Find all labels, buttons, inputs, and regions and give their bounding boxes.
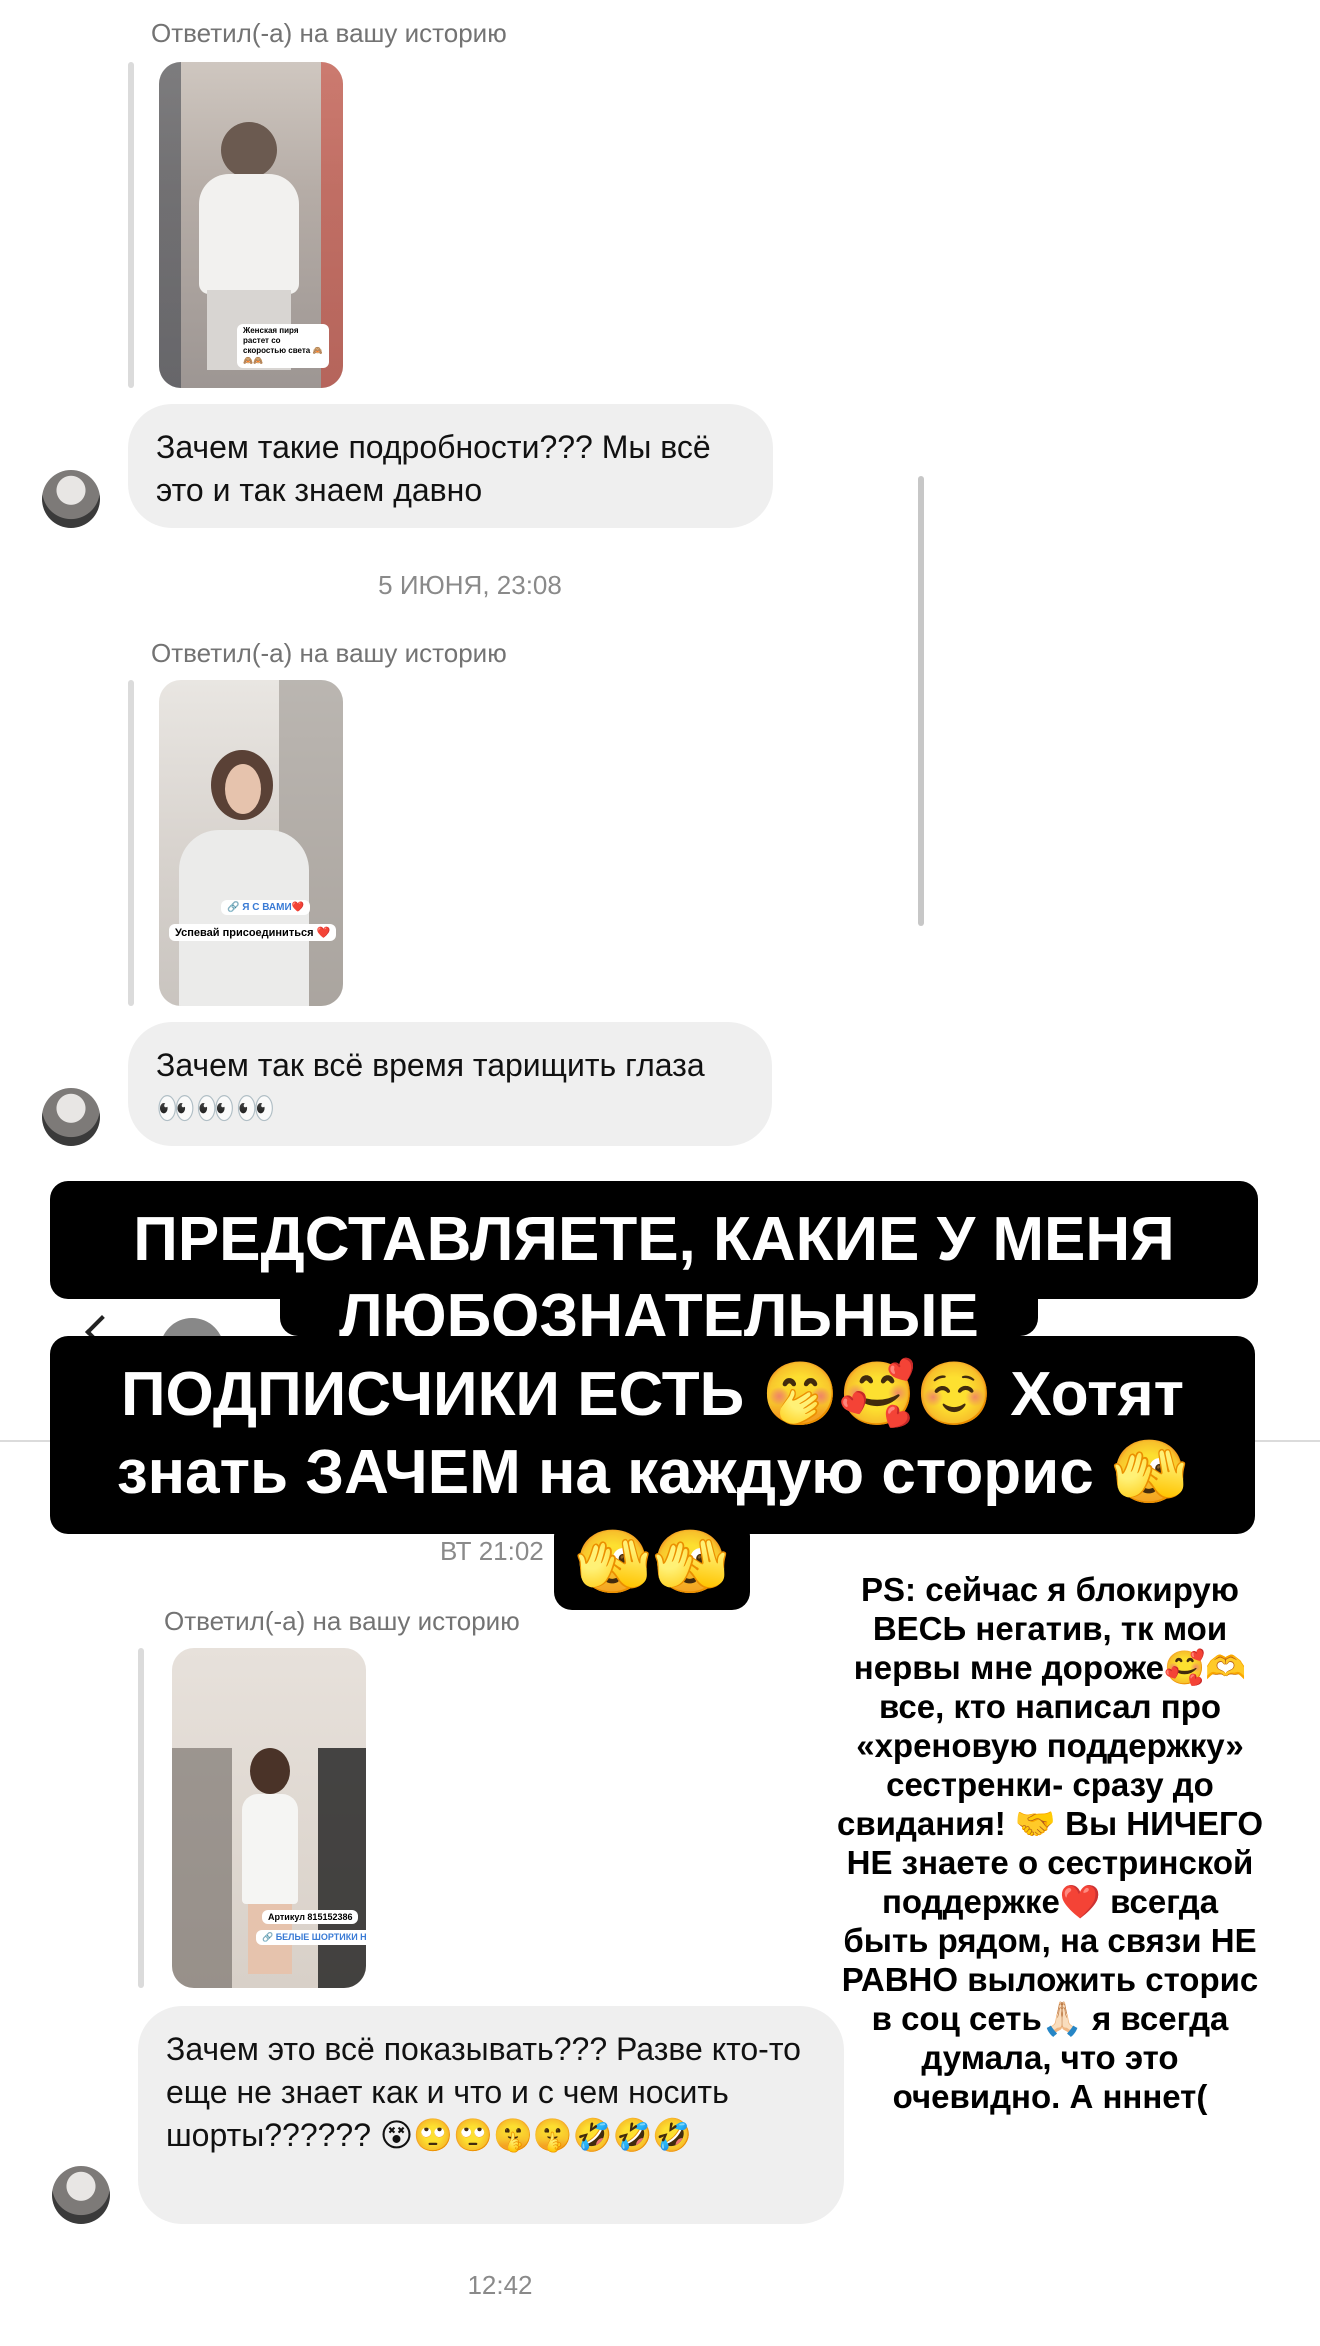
story-thumbnail[interactable]: 🔗 Я С ВАМИ❤️ Успевай присоединиться ❤️: [159, 680, 343, 1006]
replied-to-story-label: Ответил(-а) на вашу историю: [151, 18, 507, 48]
story-link-sticker: 🔗 Я С ВАМИ❤️: [221, 900, 311, 915]
message-text: Зачем такие подробности??? Мы всё это и …: [156, 429, 711, 508]
message-text: Зачем это всё показывать??? Разве кто-то…: [166, 2031, 801, 2153]
replied-to-story-label: Ответил(-а) на вашу историю: [151, 638, 507, 668]
scrollbar-thumb[interactable]: [918, 476, 924, 926]
caption-text: ПРЕДСТАВЛЯЕТЕ, КАКИЕ У МЕНЯ: [133, 1205, 1175, 1274]
message-timestamp: 12:42: [467, 2270, 533, 2300]
message-timestamp: ВТ 21:02: [440, 1536, 544, 1566]
story-link-sticker: 🔗 БЕЛЫЕ ШОРТИКИ НА WB: [256, 1930, 366, 1945]
sender-avatar[interactable]: [52, 2166, 110, 2224]
message-timestamp: 5 ИЮНЯ, 23:08: [378, 570, 562, 600]
reply-quote-bar: [128, 62, 134, 388]
caption-text: знать ЗАЧЕМ на каждую сторис 🫣: [116, 1438, 1189, 1507]
story-caption-line: 🫣🫣: [554, 1518, 750, 1610]
story-caption-line: ЛЮБОЗНАТЕЛЬНЫЕ: [280, 1278, 1038, 1351]
message-bubble[interactable]: Зачем так всё время тарищить глаза 👀👀👀: [128, 1022, 772, 1146]
reply-quote-bar: [138, 1648, 144, 1988]
story-ps-text: PS: сейчас я блокирую ВЕСЬ негатив, тк м…: [837, 1571, 1263, 2115]
message-bubble[interactable]: Зачем это всё показывать??? Разве кто-то…: [138, 2006, 844, 2224]
story-thumbnail[interactable]: Женская пиря растет со скоростью света 🙈…: [159, 62, 343, 388]
sender-avatar[interactable]: [42, 470, 100, 528]
replied-to-story-label: Ответил(-а) на вашу историю: [164, 1606, 520, 1636]
message-bubble[interactable]: Зачем такие подробности??? Мы всё это и …: [128, 404, 773, 528]
sender-avatar[interactable]: [42, 1088, 100, 1146]
story-sticker-text: Артикул 815152386: [262, 1910, 359, 1924]
story-caption-block: ПОДПИСЧИКИ ЕСТЬ 🤭🥰☺️ Хотят знать ЗАЧЕМ н…: [50, 1336, 1255, 1534]
story-sticker-text: Женская пиря растет со скоростью света 🙈…: [237, 324, 329, 368]
message-text: Зачем так всё время тарищить глаза 👀👀👀: [156, 1047, 705, 1126]
story-sticker-text: Успевай присоединиться ❤️: [169, 924, 337, 941]
caption-text: ПОДПИСЧИКИ ЕСТЬ 🤭🥰☺️ Хотят: [120, 1360, 1185, 1429]
story-thumbnail[interactable]: Артикул 815152386 🔗 БЕЛЫЕ ШОРТИКИ НА WB: [172, 1648, 366, 1988]
reply-quote-bar: [128, 680, 134, 1006]
caption-text: 🫣🫣: [574, 1528, 730, 1597]
